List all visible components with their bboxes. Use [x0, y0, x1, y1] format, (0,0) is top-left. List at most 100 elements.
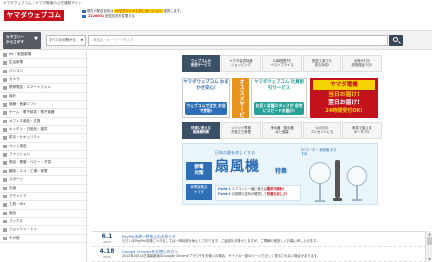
sidebar-category-item[interactable]: ブックス ›	[0, 218, 86, 227]
tab-tabs-row2-5[interactable]: 家具で揃える ポータブル	[342, 122, 382, 139]
category-label: パソコン	[9, 68, 23, 73]
sidebar-category-item[interactable]: 生活家電 ›	[0, 59, 86, 68]
search-input[interactable]: 商品名・キーワードを入力	[88, 35, 388, 46]
chevron-right-icon: ›	[81, 227, 83, 232]
category-icon	[3, 219, 7, 224]
search-scope-select[interactable]: すべての分野から ▼	[46, 35, 86, 46]
sidebar-category-item[interactable]: 工具・DIY ›	[0, 201, 86, 210]
category-label: 楽器・音楽ソフト	[9, 102, 37, 107]
sidebar-category-item[interactable]: お酒 ›	[0, 185, 86, 193]
category-icon	[3, 194, 7, 199]
news-year: 2015	[103, 255, 111, 259]
news-date: 4.18 2015	[96, 248, 118, 259]
chevron-right-icon: ›	[81, 77, 83, 82]
point2-label: Point.2	[218, 192, 231, 196]
delivery-info: 現在の配送目安は ヤマダランドとおしせーション 連携します。 2220001 配…	[82, 9, 292, 19]
sidebar-category-item[interactable]: キッチン・日用品・雑貨 ›	[0, 126, 86, 135]
point1-label: Point.1	[218, 187, 231, 191]
sidebar-category-item[interactable]: スポーツ ›	[0, 176, 86, 185]
category-icon	[3, 78, 7, 82]
category-icon	[3, 169, 7, 174]
category-label: カメラ	[9, 77, 20, 82]
scroll-down-icon[interactable]: ▼	[427, 257, 432, 261]
chevron-right-icon: ›	[81, 68, 83, 73]
news-item: 6.1 2015 PayPal決済一時休止のお知らせ ただいまPayPal決済につきま…	[92, 232, 432, 247]
tab-tabs-row2-1[interactable]: 快適に使える 扇風機特集	[182, 122, 220, 139]
category-icon	[3, 61, 7, 65]
delivery-store-link[interactable]: ヤマダランドとおしせーション	[114, 9, 163, 13]
category-label: スポーツ	[9, 177, 23, 182]
news-scrollbar[interactable]: ▲ ▼	[425, 231, 432, 262]
promo-b-top: ヤマダウェブコム 社員割引サービス	[254, 80, 304, 91]
osusume-label: オススメサービス	[221, 78, 249, 118]
sidebar-category-item[interactable]: その他 ›	[0, 235, 86, 243]
delivery-line-2: 2220001 配送目安を変更する	[82, 14, 292, 19]
sidebar-category-item[interactable]: 趣味・エコ・工場・家電 ›	[0, 168, 86, 177]
news-body: 2015年4月14日頃最新版のGoogle Chromeブラウザをお使いの場合、…	[122, 254, 321, 258]
tab-line2: ポータブル	[353, 130, 371, 135]
tab-tabs-row1-5[interactable]: 出荷が1日! 延長保証つき!	[342, 55, 382, 72]
chevron-right-icon: ›	[81, 118, 83, 123]
category-label: 携帯電話・スマートフォン	[9, 85, 51, 90]
fan-tokushu: 特集	[275, 168, 288, 175]
search-button[interactable]	[389, 35, 403, 46]
change-delivery-link[interactable]: 配送目安を変更する	[105, 14, 135, 18]
promo-c-brand: ヤマダ電機	[313, 80, 375, 90]
category-label: 趣味・エコ・工場・家電	[9, 168, 48, 173]
sidebar-category-item[interactable]: ゲーム・電子辞書・電子楽器 ›	[0, 109, 86, 118]
tab-tabs-row1-1[interactable]: ウェブコムの 配送サービス	[182, 55, 220, 72]
sidebar-category-item[interactable]: ジョンソン・トイ ›	[0, 226, 86, 235]
scroll-thumb[interactable]	[427, 237, 432, 245]
news-title-link[interactable]: PayPal決済一時休止のお知らせ	[122, 234, 176, 239]
category-label: ジョンソン・トイ	[9, 227, 37, 232]
sidebar-category-item[interactable]: オフィス用品・文具 ›	[0, 118, 86, 127]
tab-line2: 延長保証つき!	[351, 63, 373, 68]
dc-motor-label: DCモーター 扇風機 おすすめ	[301, 148, 337, 156]
point1-highlight: 電気代節約!	[266, 187, 285, 191]
sidebar-category-item[interactable]: 食品 ›	[0, 210, 86, 218]
sidebar-category-item[interactable]: 美容・健康・ベビー・子供 ›	[0, 159, 86, 168]
fan-base-1	[315, 200, 325, 202]
tab-line2: 安心対応!	[314, 63, 330, 68]
truck-icon	[82, 9, 86, 13]
chevron-right-icon: ›	[81, 152, 83, 157]
news-title-link[interactable]: Google Chromeをお使いの方へ	[122, 249, 178, 254]
sidebar-category-item[interactable]: 時計 ›	[0, 93, 86, 102]
promo-same-day-delivery[interactable]: ヤマダ電機 当日お届け! 翌日お届け! 24時間受付OK!	[310, 78, 378, 118]
category-label: その他	[9, 235, 20, 240]
category-label: ファッション	[9, 152, 30, 157]
tab-line2: 扇風機特集	[192, 130, 210, 135]
tab-line2: ベストプライス	[270, 63, 294, 68]
site-topline: ヤマダウェブコム | ヤマダ電機の公式通販サイト	[0, 0, 432, 7]
site-logo[interactable]: ヤマダウェブコム	[4, 10, 64, 21]
tab-tabs-row1-2[interactable]: ヤマダ会員特典 ショッピング	[221, 55, 261, 72]
promo-c-next-day: 翌日お届け!	[328, 100, 360, 106]
sidebar-category-item[interactable]: ファッション ›	[0, 151, 86, 160]
sidebar-category-item[interactable]: カメラ ›	[0, 76, 86, 85]
sidebar-category-item[interactable]: 携帯電話・スマートフォン ›	[0, 84, 86, 93]
sidebar-category-item[interactable]: アウトドア ›	[0, 193, 86, 202]
promo-staff-delivery[interactable]: ヤマダウェブコム 社員割引サービス お近く店舗スタッフが 自宅にスピードお届け!	[251, 78, 307, 118]
tab-tabs-row2-3[interactable]: 浄水器・整水器 水と健康	[262, 122, 302, 139]
tab-tabs-row1-4[interactable]: 配送工事でも 安心対応!	[303, 55, 341, 72]
tab-tabs-row2-4[interactable]: 父の日の プレゼントにも	[303, 122, 341, 139]
tab-tabs-row1-3[interactable]: 24時間受付! ベストプライス	[262, 55, 302, 72]
chevron-right-icon: ›	[81, 135, 83, 140]
category-browse-button[interactable]: カテゴリー からさがす ▼	[3, 32, 41, 49]
category-icon	[3, 161, 7, 165]
sidebar-category-item[interactable]: 防災・セキュリティ ›	[0, 134, 86, 143]
tab-tabs-row2-2[interactable]: ジメジメ季節 お役立ち家電	[221, 122, 261, 139]
scroll-up-icon[interactable]: ▲	[427, 232, 432, 236]
chevron-right-icon: ›	[81, 218, 83, 223]
sidebar-category-item[interactable]: ペット用品 ›	[0, 143, 86, 152]
sidebar-category-item[interactable]: パソコン ›	[0, 68, 86, 77]
category-label: 美容・健康・ベビー・子供	[9, 160, 51, 165]
fan-feature-banner[interactable]: 日本の夏を涼しくする 節電 対策 扇風機 特集 DCモーター 扇風機 おすすめ …	[182, 143, 378, 205]
main-content: ウェブコムの 配送サービス ヤマダ会員特典 ショッピング 24時間受付! ベストプライス配…	[92, 51, 432, 262]
chevron-right-icon: ›	[81, 168, 83, 173]
sidebar-category-item[interactable]: 楽器・音楽ソフト ›	[0, 101, 86, 110]
category-icon	[3, 228, 7, 232]
sidebar-category-item[interactable]: AV・家庭劇場 ›	[0, 51, 86, 60]
category-icon	[3, 153, 7, 157]
category-icon	[3, 53, 7, 57]
